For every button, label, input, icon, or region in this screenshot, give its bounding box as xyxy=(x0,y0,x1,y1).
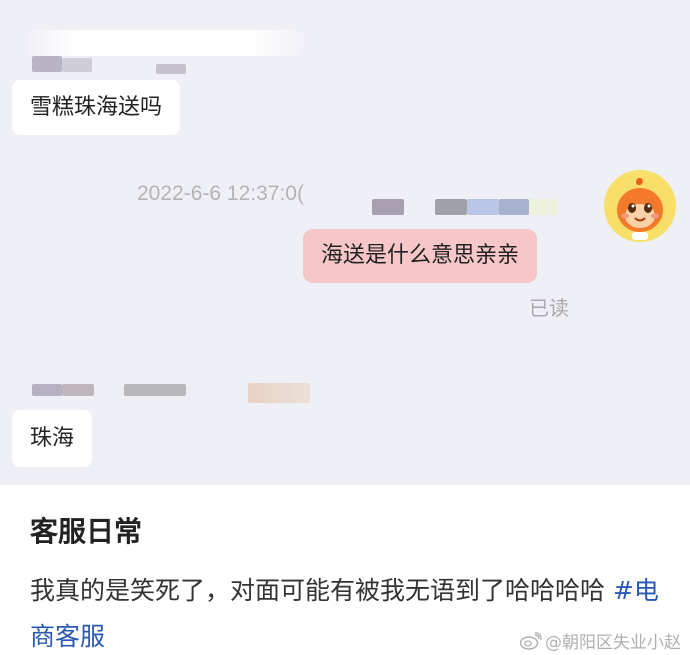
redacted-pixel-block xyxy=(248,383,310,403)
read-receipt: 已读 xyxy=(529,296,569,320)
message-text: 海送是什么意思亲亲 xyxy=(321,243,520,268)
redacted-pixel-block xyxy=(467,199,499,215)
post-title: 客服日常 xyxy=(30,515,143,548)
avatar-graphic xyxy=(604,170,676,242)
redacted-pixel-block xyxy=(32,56,62,72)
redacted-pixel-block xyxy=(62,384,94,396)
redacted-pixel-block xyxy=(372,199,404,215)
watermark-text: @朝阳区失业小赵 xyxy=(545,633,681,653)
redacted-pixel-block xyxy=(435,199,467,215)
outgoing-message-bubble[interactable]: 海送是什么意思亲亲 xyxy=(303,229,538,283)
weibo-logo-icon xyxy=(520,631,542,650)
incoming-message-bubble[interactable]: 雪糕珠海送吗 xyxy=(12,80,181,135)
redacted-pixel-block xyxy=(529,199,557,215)
redacted-pixel-block xyxy=(499,199,529,215)
incoming-message-bubble[interactable]: 珠海 xyxy=(12,410,93,467)
redacted-pixel-block xyxy=(32,384,62,396)
orange-mascot-avatar-icon[interactable] xyxy=(604,170,676,242)
redacted-username-blur xyxy=(20,30,310,56)
chat-screenshot: 雪糕珠海送吗 2022-6-6 12:37:0(海送是什么意思亲亲 已读 珠海 xyxy=(0,0,690,485)
message-text: 珠海 xyxy=(30,425,75,451)
post-body-text: 我真的是笑死了，对面可能有被我无语到了哈哈哈哈 xyxy=(30,576,606,605)
redacted-pixel-block xyxy=(156,64,186,74)
message-text: 雪糕珠海送吗 xyxy=(30,94,163,120)
watermark: @朝阳区失业小赵 xyxy=(520,628,681,653)
message-timestamp: 2022-6-6 12:37:0( xyxy=(137,182,304,205)
redacted-pixel-block xyxy=(62,58,92,72)
screenshot-post: 雪糕珠海送吗 2022-6-6 12:37:0(海送是什么意思亲亲 已读 珠海… xyxy=(0,0,690,655)
redacted-pixel-block xyxy=(124,384,186,396)
